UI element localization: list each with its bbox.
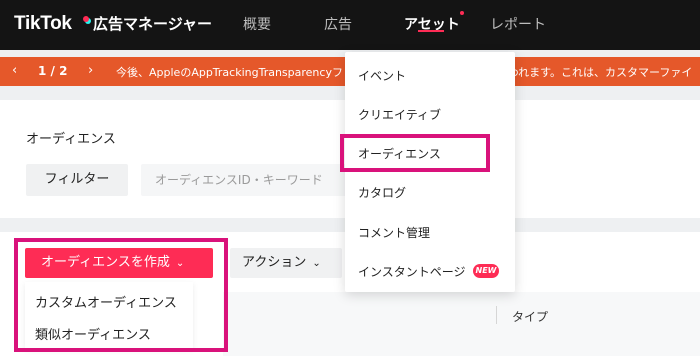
- page-title: オーディエンス: [26, 132, 116, 147]
- table-header: [223, 292, 700, 356]
- menu-item-instant-pages[interactable]: インスタントページ: [358, 263, 466, 280]
- new-badge: NEW: [473, 264, 499, 278]
- assets-dropdown-menu: イベント クリエイティブ オーディエンス カタログ コメント管理 インスタントペ…: [345, 52, 515, 292]
- notification-dot: [460, 11, 464, 15]
- banner-pager: 1 / 2: [38, 64, 68, 78]
- banner-prev-button[interactable]: ‹: [12, 63, 17, 78]
- actions-label: アクション: [242, 255, 307, 270]
- nav-reports[interactable]: レポート: [490, 14, 546, 34]
- active-nav-underline: [418, 30, 444, 32]
- tiktok-logo[interactable]: TikTok: [14, 13, 72, 35]
- column-header-type[interactable]: タイプ: [512, 308, 548, 325]
- chevron-down-icon: ⌄: [312, 258, 321, 269]
- logo-dot-icon: [83, 16, 89, 22]
- search-input[interactable]: オーディエンスID・キーワード: [141, 164, 351, 196]
- actions-button[interactable]: アクション ⌄: [230, 248, 342, 278]
- nav-ads[interactable]: 広告: [324, 14, 352, 34]
- top-nav: TikTok 広告マネージャー 概要 広告 アセット レポート: [0, 0, 700, 50]
- menu-item-comment-management[interactable]: コメント管理: [358, 224, 430, 241]
- filter-button[interactable]: フィルター: [26, 164, 128, 196]
- highlight-box-audiences: [340, 134, 490, 172]
- product-name: 広告マネージャー: [93, 15, 212, 33]
- nav-overview[interactable]: 概要: [243, 14, 271, 34]
- column-divider[interactable]: [496, 306, 497, 324]
- menu-item-catalogs[interactable]: カタログ: [358, 184, 406, 201]
- menu-item-events[interactable]: イベント: [358, 67, 406, 84]
- banner-next-button[interactable]: ›: [88, 63, 93, 78]
- highlight-box-create-menu: [14, 238, 228, 352]
- menu-item-creatives[interactable]: クリエイティブ: [358, 106, 441, 123]
